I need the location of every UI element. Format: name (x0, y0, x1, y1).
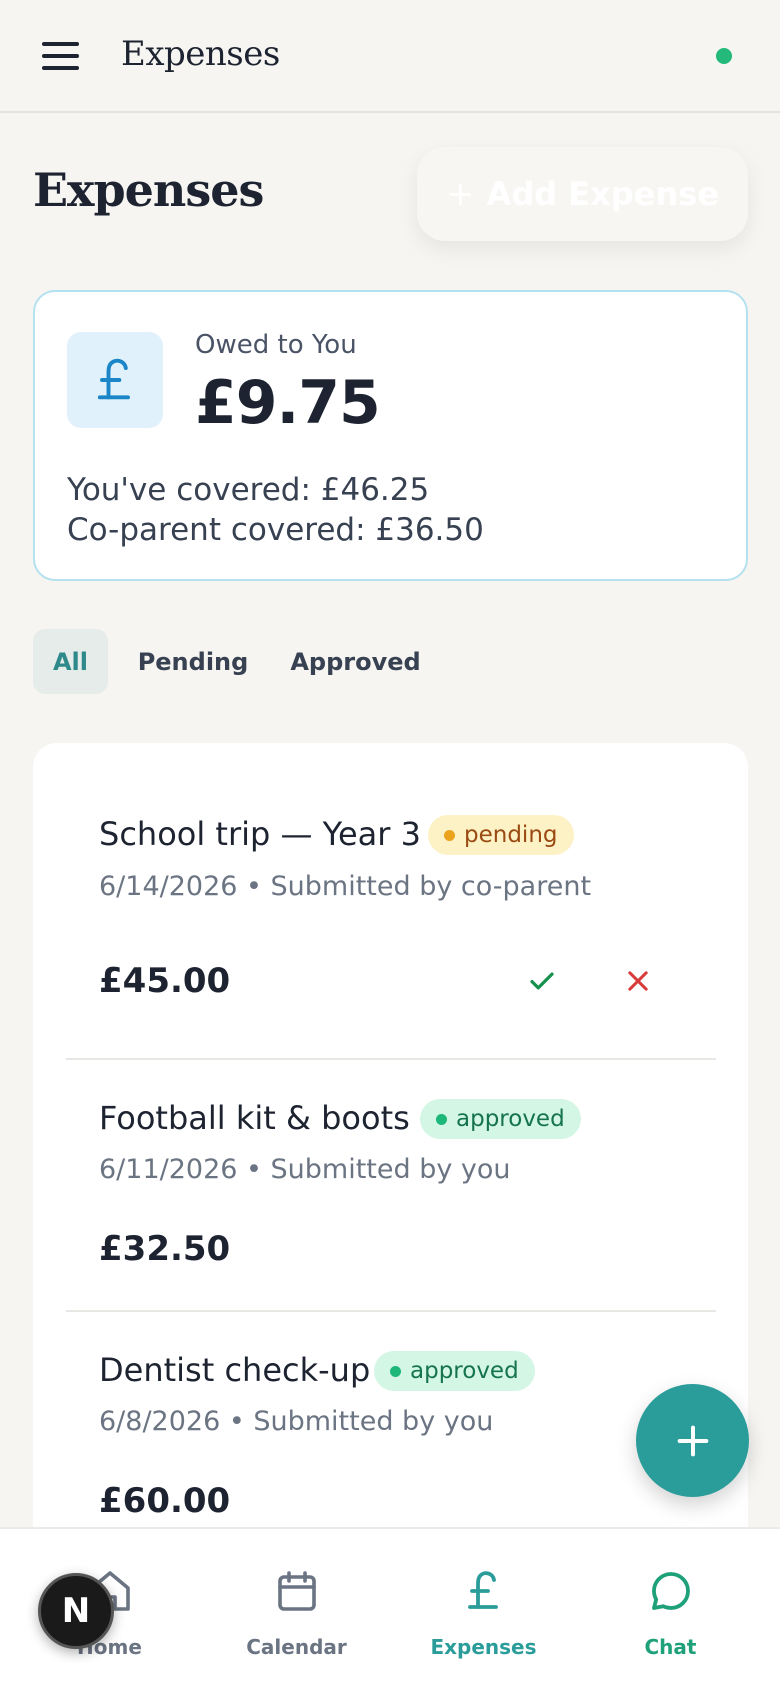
close-icon (628, 971, 648, 991)
pound-icon (67, 332, 163, 428)
expense-meta: 6/8/2026 • Submitted by you (99, 1406, 494, 1437)
status-dot (444, 829, 455, 841)
add-expense-label: Add Expense (486, 175, 719, 213)
top-app-bar: Expenses (0, 0, 780, 113)
divider (66, 1058, 716, 1060)
status-badge-label: approved (410, 1358, 519, 1384)
coparent-covered-text: Co-parent covered: £36.50 (67, 512, 484, 548)
status-badge: approved (374, 1351, 535, 1391)
status-dot (436, 1113, 447, 1125)
bottom-navigation: Home Calendar Expenses Chat (0, 1527, 780, 1688)
calendar-icon (277, 1571, 316, 1611)
status-badge-label: approved (456, 1106, 565, 1132)
you-covered-text: You've covered: £46.25 (67, 472, 430, 508)
status-badge-label: pending (464, 822, 558, 848)
chat-bubble-icon (651, 1572, 690, 1610)
nav-item-expenses[interactable]: Expenses (386, 1529, 581, 1688)
expense-meta: 6/11/2026 • Submitted by you (99, 1154, 511, 1185)
online-status-dot (716, 48, 732, 64)
filter-tab-all[interactable]: All (33, 629, 108, 694)
nav-label: Expenses (430, 1635, 537, 1659)
plus-icon: + (446, 174, 475, 214)
nav-item-calendar[interactable]: Calendar (199, 1529, 394, 1688)
filter-tab-approved[interactable]: Approved (280, 629, 431, 694)
avatar[interactable]: N (38, 1573, 114, 1649)
approve-button[interactable] (517, 956, 567, 1006)
check-icon (530, 972, 554, 990)
hamburger-menu-icon[interactable] (42, 40, 79, 72)
status-dot (390, 1365, 401, 1377)
nav-label: Home (77, 1635, 142, 1659)
reject-button[interactable] (613, 956, 663, 1006)
expense-amount: £45.00 (99, 961, 231, 1001)
expense-meta: 6/14/2026 • Submitted by co-parent (99, 871, 592, 902)
pound-icon (467, 1571, 498, 1609)
expense-title: Football kit & boots (99, 1099, 410, 1137)
app-bar-title: Expenses (121, 34, 280, 74)
nav-label: Calendar (246, 1635, 347, 1659)
status-badge: approved (420, 1099, 581, 1139)
filter-tab-pending[interactable]: Pending (130, 629, 256, 694)
divider (66, 1310, 716, 1312)
owed-amount: £9.75 (195, 368, 381, 438)
owed-label: Owed to You (195, 330, 357, 360)
status-badge: pending (428, 815, 574, 855)
expense-title: School trip — Year 3 (99, 815, 421, 853)
expense-title: Dentist check-up (99, 1351, 371, 1389)
expense-amount: £32.50 (99, 1229, 231, 1269)
nav-label: Chat (644, 1635, 697, 1659)
add-expense-fab[interactable] (636, 1384, 749, 1497)
expense-amount: £60.00 (99, 1481, 231, 1521)
nav-item-chat[interactable]: Chat (573, 1529, 768, 1688)
balance-summary-card: Owed to You £9.75 You've covered: £46.25… (33, 290, 748, 581)
plus-icon (677, 1425, 708, 1456)
page-title: Expenses (33, 163, 264, 217)
add-expense-button[interactable]: + Add Expense (417, 147, 748, 241)
